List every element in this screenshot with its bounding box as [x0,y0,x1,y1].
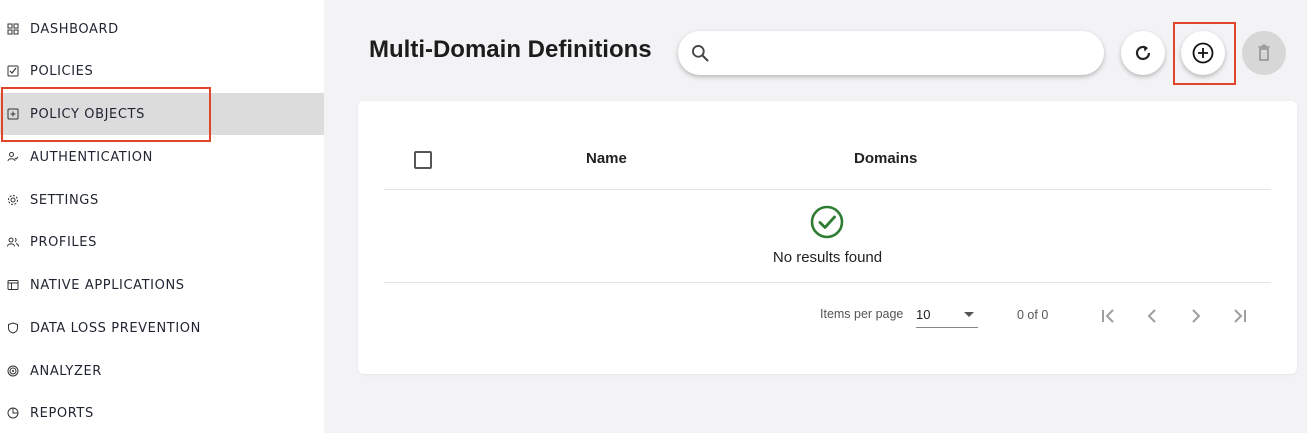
chevron-right-icon [1192,309,1201,323]
items-per-page-select[interactable]: 10 [916,302,978,328]
last-page-icon [1234,309,1246,323]
checklist-icon [6,64,20,78]
gear-icon [6,193,20,207]
next-page-button[interactable] [1182,302,1210,330]
search-icon [692,45,709,62]
trash-icon [1258,44,1270,61]
sidebar-item-label: POLICIES [30,63,94,79]
sidebar-item-label: ANALYZER [30,363,102,379]
success-check-icon [810,205,844,239]
column-header-name[interactable]: Name [586,150,627,167]
window-icon [6,278,20,292]
footer-divider [384,282,1271,283]
first-page-button[interactable] [1094,302,1122,330]
plus-circle-icon [1192,42,1214,64]
header-divider [384,189,1271,190]
dashboard-icon [6,22,20,36]
select-all-checkbox[interactable] [414,151,432,169]
sidebar-item-label: DATA LOSS PREVENTION [30,320,201,336]
sidebar-item-policies[interactable]: POLICIES [0,50,324,92]
delete-button[interactable] [1242,31,1286,75]
empty-message: No results found [772,249,883,266]
sidebar-item-dashboard[interactable]: DASHBOARD [0,8,324,50]
refresh-button[interactable] [1121,31,1165,75]
chevron-down-icon [964,312,974,317]
sidebar-item-label: POLICY OBJECTS [30,106,145,122]
results-card: Name Domains No results found Items per … [358,101,1297,374]
sidebar-item-label: DASHBOARD [30,21,119,37]
pagination-range: 0 of 0 [1017,308,1049,322]
page-title: Multi-Domain Definitions [369,36,652,63]
items-per-page-value: 10 [916,307,931,322]
pie-chart-icon [6,406,20,420]
plus-box-icon [6,107,20,121]
sidebar-item-native-applications[interactable]: NATIVE APPLICATIONS [0,264,324,306]
sidebar-item-label: SETTINGS [30,192,99,208]
sidebar-item-label: NATIVE APPLICATIONS [30,277,185,293]
sidebar-item-label: PROFILES [30,234,97,250]
sidebar-item-policy-objects[interactable]: POLICY OBJECTS [0,93,324,135]
column-header-domains[interactable]: Domains [854,150,917,167]
shield-icon [6,321,20,335]
items-per-page-label: Items per page [820,307,904,321]
search-input[interactable] [720,44,1080,62]
sidebar-item-authentication[interactable]: AUTHENTICATION [0,136,324,178]
first-page-icon [1102,309,1114,323]
sidebar-item-profiles[interactable]: PROFILES [0,221,324,263]
search-bar[interactable] [678,31,1104,75]
last-page-button[interactable] [1226,302,1254,330]
target-icon [6,364,20,378]
user-check-icon [6,150,20,164]
sidebar-item-analyzer[interactable]: ANALYZER [0,350,324,392]
refresh-icon [1135,45,1151,61]
users-icon [6,235,20,249]
chevron-left-icon [1147,309,1156,323]
sidebar: DASHBOARD POLICIES POLICY OBJECTS AUTHEN… [0,0,324,433]
sidebar-item-data-loss-prevention[interactable]: DATA LOSS PREVENTION [0,307,324,349]
sidebar-item-settings[interactable]: SETTINGS [0,179,324,221]
sidebar-item-reports[interactable]: REPORTS [0,392,324,433]
previous-page-button[interactable] [1138,302,1166,330]
sidebar-item-label: AUTHENTICATION [30,149,153,165]
sidebar-item-label: REPORTS [30,405,94,421]
add-button[interactable] [1181,31,1225,75]
